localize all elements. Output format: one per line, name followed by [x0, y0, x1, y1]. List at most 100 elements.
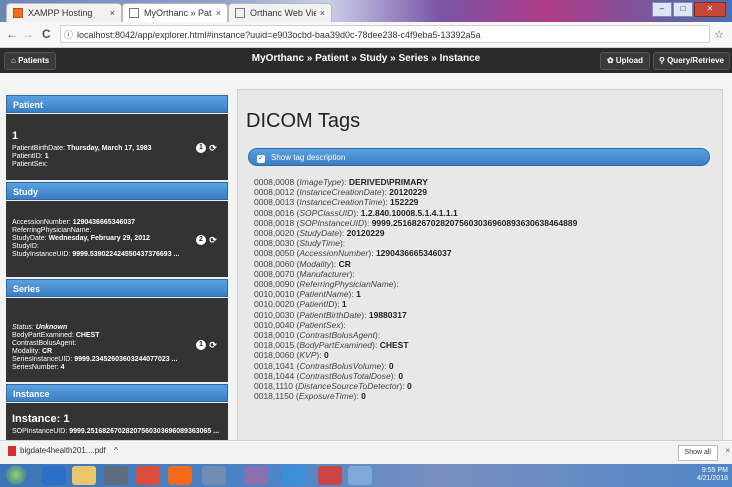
tab-label: MyOrthanc » Patient » S: [144, 8, 212, 18]
study-panel[interactable]: AccessionNumber: 1290436665346037 Referr…: [6, 201, 228, 277]
tag-code: 0008,0016: [254, 207, 295, 218]
tag-row: 0008,0030 (StudyTime):: [254, 238, 346, 249]
tag-name: ReferringPhysicianName: [299, 279, 394, 290]
study-field: StudyInstanceUID: 9999.53902242455043737…: [12, 251, 180, 258]
series-field: SeriesNumber: 4: [12, 364, 65, 371]
clock-date: 4/21/2018: [696, 475, 728, 482]
start-button-icon[interactable]: [6, 465, 26, 485]
chrome-icon[interactable]: [282, 466, 306, 485]
tag-value: 152229: [390, 197, 419, 208]
tag-row: 0018,1150 (ExposureTime): 0: [254, 391, 366, 402]
app-icon[interactable]: [318, 466, 342, 485]
tag-code: 0010,0040: [254, 319, 295, 330]
app-icon[interactable]: [202, 466, 226, 485]
study-field: AccessionNumber: 1290436665346037: [12, 219, 135, 226]
system-tray-clock[interactable]: 9:55 PM 4/21/2018: [697, 467, 728, 483]
tab-label: XAMPP Hosting: [28, 8, 93, 18]
tag-name: DistanceSourceToDetector: [298, 381, 400, 392]
info-icon[interactable]: ⓘ: [64, 26, 73, 42]
download-item[interactable]: bigdate4health201....pdf ^: [8, 446, 118, 456]
page-favicon-icon: [235, 8, 245, 18]
clock-time: 9:55 PM: [701, 467, 728, 474]
tag-value: 20120229: [389, 187, 427, 198]
checkbox-icon[interactable]: ✓: [257, 155, 265, 163]
pdf-icon: [8, 446, 16, 456]
tag-row: 0018,1044 (ContrastBolusTotalDose): 0: [254, 370, 404, 381]
tag-name: StudyDate: [299, 228, 340, 239]
series-field: ContrastBolusAgent:: [12, 340, 77, 347]
tab-myorthanc[interactable]: MyOrthanc » Patient » S ×: [122, 3, 228, 22]
instance-panel[interactable]: Instance: 1 SOPInstanceUID: 9999.2516826…: [6, 403, 228, 440]
close-icon[interactable]: ×: [110, 8, 115, 18]
dicom-tag-list: 0008,0008 (ImageType): DERIVED\PRIMARY 00…: [254, 177, 714, 401]
window-close-button[interactable]: ✕: [694, 2, 726, 17]
tag-value: 0: [323, 350, 329, 361]
tag-code: 0008,0060: [254, 258, 295, 269]
tag-value: CR: [338, 258, 351, 269]
tag-value: 1.2.840.10008.5.1.4.1.1.1: [360, 207, 458, 218]
series-header: Series: [6, 279, 228, 297]
app-icon[interactable]: [136, 466, 160, 485]
series-field: BodyPartExamined: CHEST: [12, 332, 100, 339]
tag-name: SOPInstanceUID: [299, 217, 365, 228]
app-icon[interactable]: [348, 466, 372, 485]
tag-row: 0008,0090 (ReferringPhysicianName):: [254, 279, 399, 290]
tag-row: 0010,0040 (PatientSex):: [254, 319, 346, 330]
tag-row: 0008,0070 (Manufacturer):: [254, 268, 355, 279]
tab-xampp[interactable]: XAMPP Hosting ×: [6, 3, 122, 22]
xampp-favicon-icon: [13, 8, 23, 18]
reload-icon[interactable]: C: [42, 27, 51, 41]
tag-code: 0008,0013: [254, 197, 295, 208]
tag-name: InstanceCreationDate: [299, 187, 382, 198]
patient-field: PatientID: 1: [12, 153, 49, 160]
minimize-button[interactable]: –: [652, 2, 672, 17]
patient-header: Patient: [6, 95, 228, 113]
tag-code: 0008,0008: [254, 177, 295, 187]
back-arrow-icon[interactable]: ←: [6, 27, 18, 41]
patient-panel[interactable]: 1 PatientBirthDate: Thursday, March 17, …: [6, 114, 228, 180]
chevron-right-icon[interactable]: ⟳: [208, 235, 218, 245]
windows-taskbar: 9:55 PM 4/21/2018: [0, 464, 732, 487]
study-field: StudyDate: Wednesday, February 29, 2012: [12, 235, 150, 242]
tag-name: BodyPartExamined: [299, 340, 373, 351]
tag-row: 0008,0050 (AccessionNumber): 12904366653…: [254, 248, 452, 259]
url-field[interactable]: ⓘ localhost:8042/app/explorer.html#insta…: [60, 25, 710, 43]
close-download-bar-icon[interactable]: ×: [725, 446, 730, 455]
tag-code: 0018,1044: [254, 370, 295, 381]
internet-explorer-icon[interactable]: [42, 466, 66, 485]
close-icon[interactable]: ×: [320, 8, 325, 18]
instance-header: Instance: [6, 384, 228, 402]
tag-name: KVP: [299, 350, 317, 361]
show-all-button[interactable]: Show all: [677, 445, 718, 461]
tag-name: SOPClassUID: [299, 207, 354, 218]
tag-code: 0018,1110: [254, 381, 293, 392]
tag-value: CHEST: [379, 340, 409, 351]
url-text: localhost:8042/app/explorer.html#instanc…: [77, 30, 481, 40]
close-icon[interactable]: ×: [216, 8, 221, 18]
tab-orthanc-viewer[interactable]: Orthanc Web Viewer ×: [228, 3, 332, 22]
tag-name: PatientBirthDate: [299, 309, 362, 320]
tag-value: 0: [406, 381, 412, 392]
show-tag-description-toggle[interactable]: ✓ Show tag description: [248, 148, 710, 166]
tag-value: 0: [361, 391, 366, 402]
tag-value: 20120229: [346, 228, 385, 239]
forward-arrow-icon[interactable]: →: [22, 27, 34, 41]
upload-button[interactable]: ✿ Upload: [599, 52, 650, 70]
file-explorer-icon[interactable]: [72, 466, 96, 485]
bookmark-star-icon[interactable]: ☆: [714, 28, 724, 41]
xampp-icon[interactable]: [168, 466, 192, 485]
chevron-right-icon[interactable]: ⟳: [208, 340, 218, 350]
tag-code: 0008,0018: [254, 217, 295, 228]
chevron-right-icon[interactable]: ⟳: [208, 143, 218, 153]
count-badge: 1: [196, 340, 206, 350]
app-icon[interactable]: [244, 466, 268, 485]
media-player-icon[interactable]: [104, 466, 128, 485]
series-panel[interactable]: Status: Unknown BodyPartExamined: CHEST …: [6, 298, 228, 382]
chevron-up-icon[interactable]: ^: [114, 446, 118, 455]
tag-row: 0018,0060 (KVP): 0: [254, 350, 329, 361]
maximize-button[interactable]: □: [673, 2, 693, 17]
tag-row: 0018,0015 (BodyPartExamined): CHEST: [254, 340, 409, 351]
series-field: SeriesInstanceUID: 9999.2345260360324407…: [12, 356, 178, 363]
query-retrieve-button[interactable]: ⚲ Query/Retrieve: [652, 52, 730, 70]
study-header: Study: [6, 182, 228, 200]
